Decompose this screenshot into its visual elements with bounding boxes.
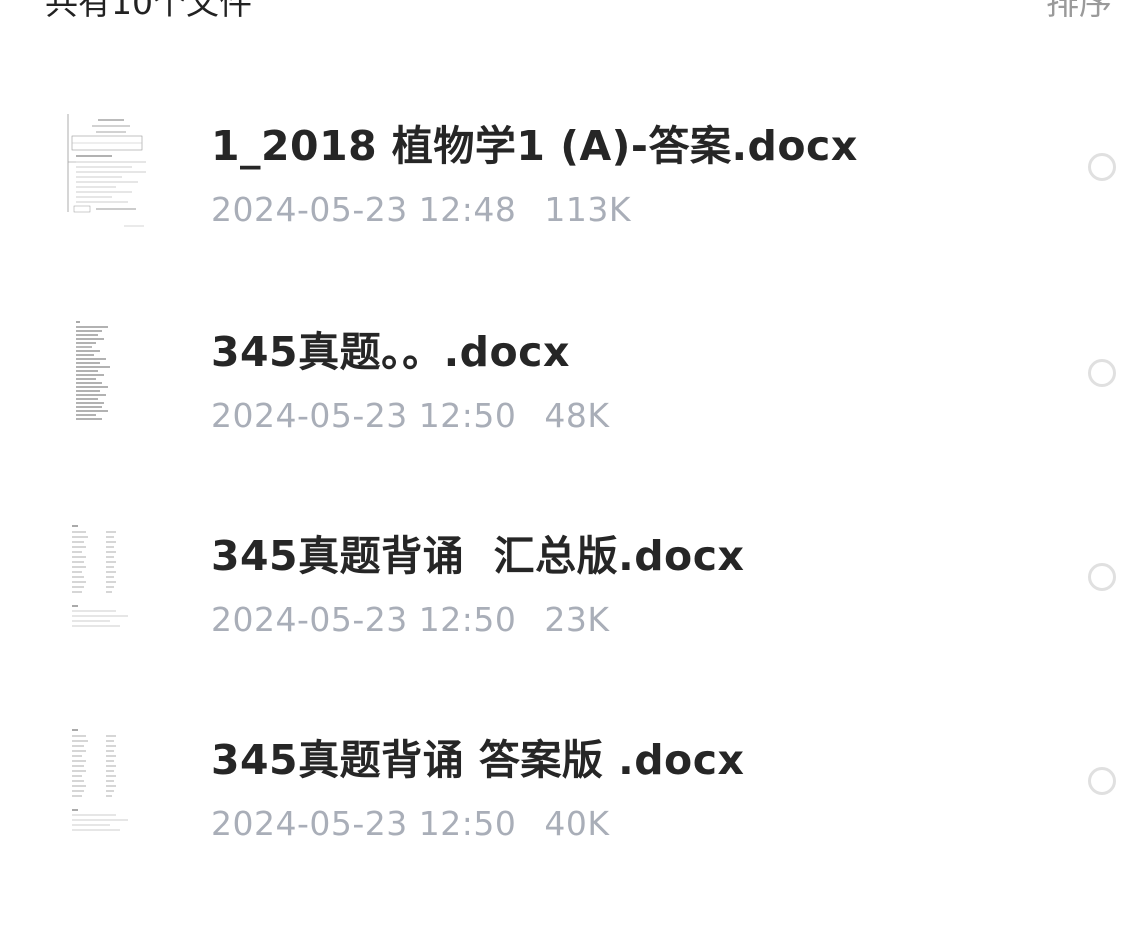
file-name: 345真题。。.docx <box>211 328 570 376</box>
file-row[interactable]: 345真题。。.docx 2024-05-23 12:50 48K <box>0 318 1132 522</box>
file-meta: 2024-05-23 12:50 23K <box>211 600 610 639</box>
file-date: 2024-05-23 12:50 <box>211 396 517 435</box>
file-meta: 2024-05-23 12:50 40K <box>211 804 610 843</box>
file-size: 40K <box>544 804 610 843</box>
file-date: 2024-05-23 12:50 <box>211 600 517 639</box>
docx-thumbnail-icon <box>62 318 158 442</box>
file-row[interactable]: 1_2018 植物学1 (A)-答案.docx 2024-05-23 12:48… <box>0 112 1132 316</box>
file-name: 345真题背诵 汇总版.docx <box>211 532 745 580</box>
docx-thumbnail-icon <box>62 112 158 236</box>
file-meta: 2024-05-23 12:50 48K <box>211 396 610 435</box>
docx-thumbnail-icon <box>62 726 158 850</box>
file-date: 2024-05-23 12:48 <box>211 190 517 229</box>
file-date: 2024-05-23 12:50 <box>211 804 517 843</box>
file-size: 113K <box>544 190 632 229</box>
select-radio[interactable] <box>1088 153 1116 181</box>
file-size: 23K <box>544 600 610 639</box>
select-radio[interactable] <box>1088 359 1116 387</box>
docx-thumbnail-icon <box>62 522 158 646</box>
file-meta: 2024-05-23 12:48 113K <box>211 190 631 229</box>
file-row[interactable]: 345真题背诵 答案版 .docx 2024-05-23 12:50 40K <box>0 726 1132 930</box>
file-row[interactable]: 345真题背诵 汇总版.docx 2024-05-23 12:50 23K <box>0 522 1132 726</box>
select-radio[interactable] <box>1088 767 1116 795</box>
select-radio[interactable] <box>1088 563 1116 591</box>
file-list: 1_2018 植物学1 (A)-答案.docx 2024-05-23 12:48… <box>0 0 1132 854</box>
file-name: 1_2018 植物学1 (A)-答案.docx <box>211 122 858 170</box>
file-name: 345真题背诵 答案版 .docx <box>211 736 745 784</box>
file-size: 48K <box>544 396 610 435</box>
